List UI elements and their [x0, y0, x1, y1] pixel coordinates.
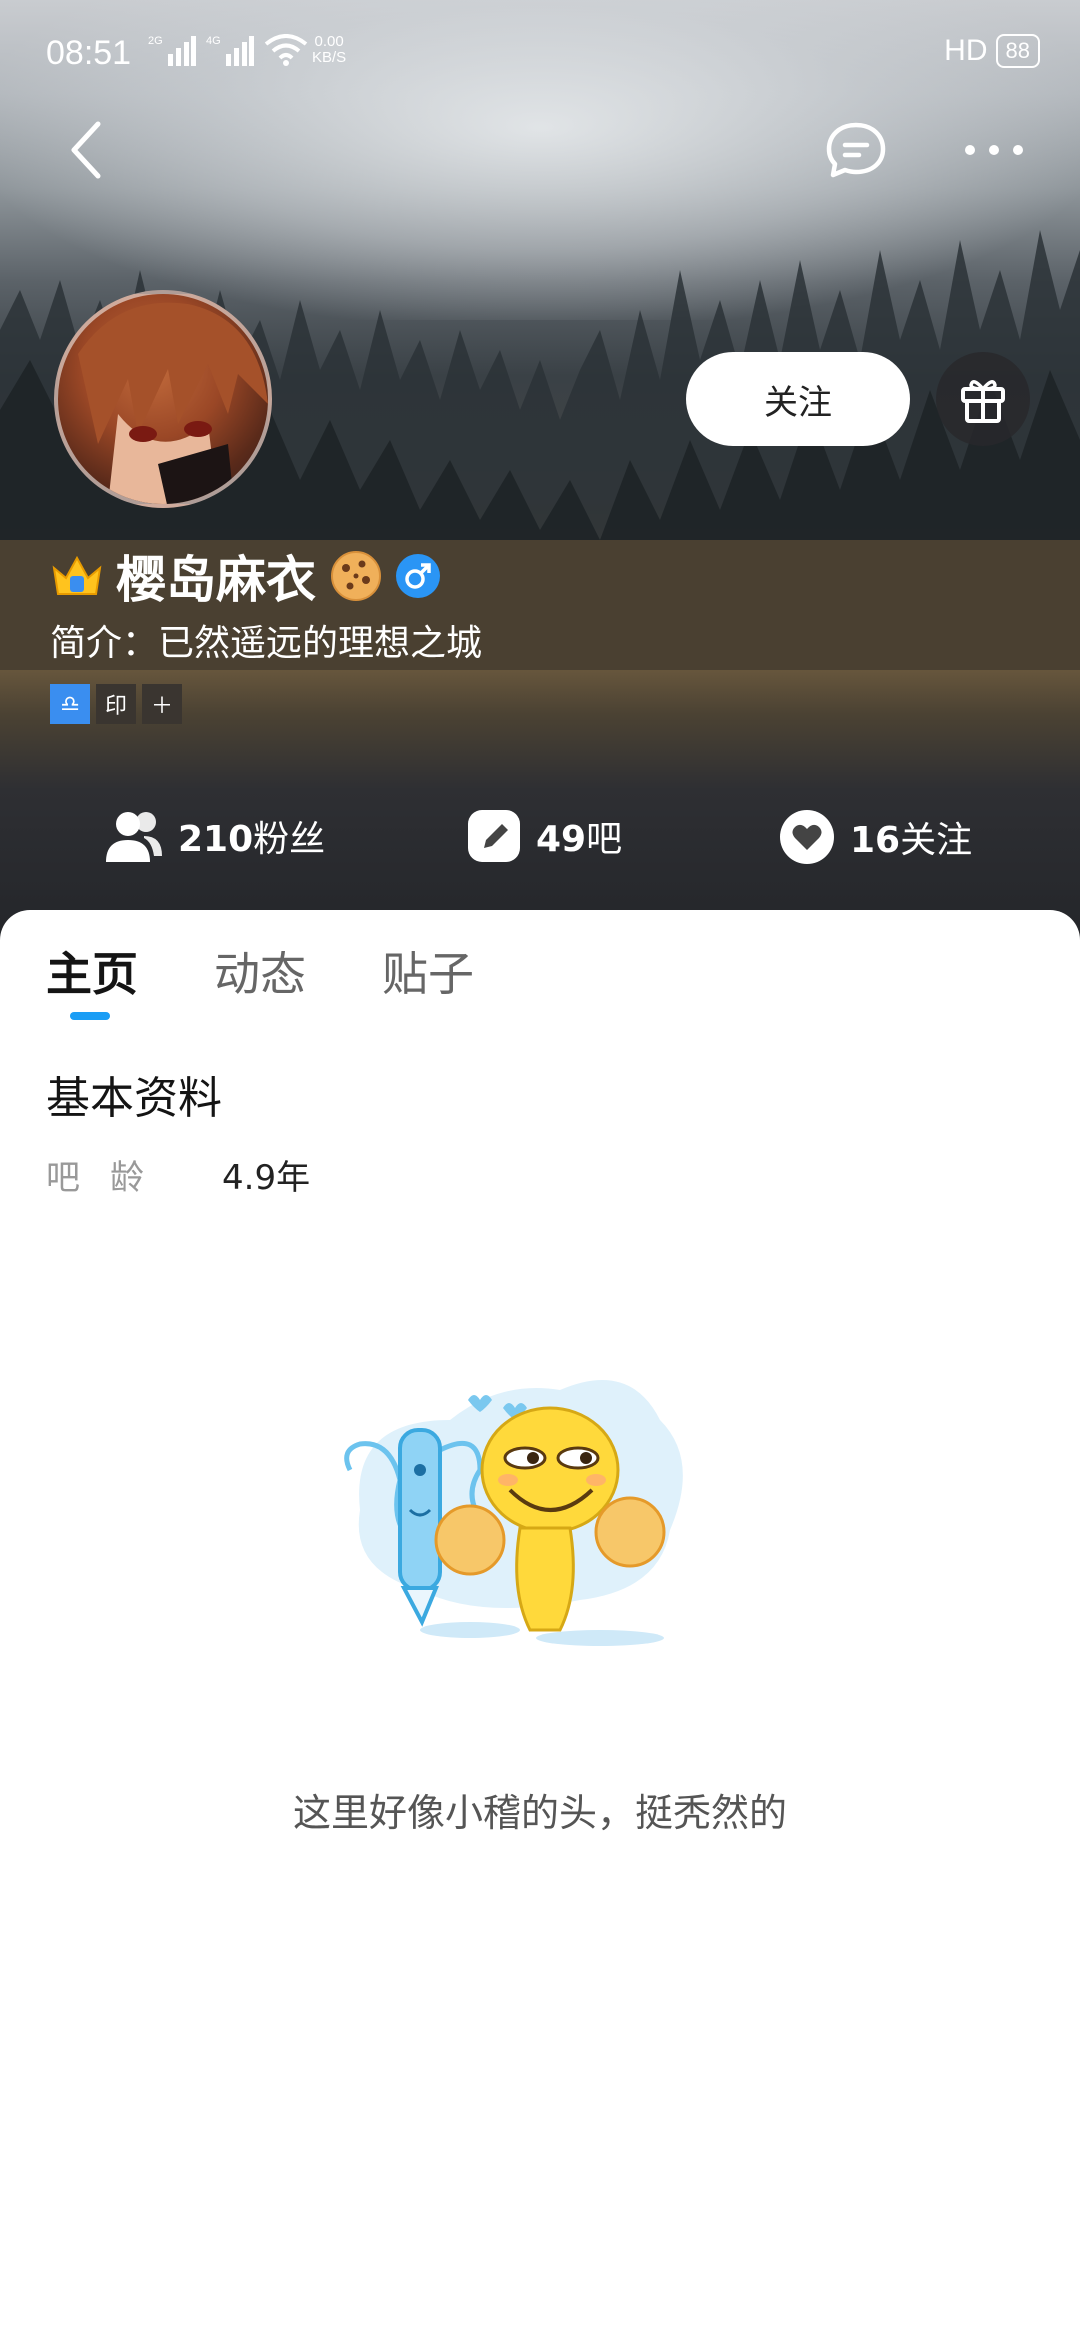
- cookie-icon: [331, 551, 381, 601]
- signal-2g-icon: 2G: [148, 35, 196, 66]
- chat-bubble-icon: [826, 122, 886, 178]
- crown-icon: [52, 555, 102, 595]
- signal-4g-icon: 4G: [206, 35, 254, 66]
- bars-count: 49: [536, 819, 587, 860]
- wifi-icon: [264, 34, 308, 66]
- following-stat[interactable]: 16关注: [778, 808, 972, 866]
- gift-icon: [961, 380, 1005, 423]
- tab-home[interactable]: 主页: [46, 938, 138, 1004]
- network-rate: 0.00 KB/S: [312, 33, 347, 66]
- seal-tag[interactable]: 印: [96, 684, 136, 724]
- back-button[interactable]: [46, 110, 126, 190]
- empty-state-illustration: [344, 1380, 683, 1646]
- svg-text:2G: 2G: [148, 35, 163, 47]
- username-row: 樱岛麻衣: [50, 540, 440, 612]
- bars-stat[interactable]: 49吧: [466, 808, 622, 864]
- bars-label: 吧: [586, 819, 623, 860]
- more-button[interactable]: [954, 110, 1034, 190]
- follow-button[interactable]: 关注: [686, 352, 910, 446]
- chevron-left-icon: [71, 121, 101, 179]
- add-tag-button[interactable]: ＋: [142, 684, 182, 724]
- pencil-icon: [468, 810, 520, 862]
- users-icon: [106, 812, 162, 862]
- status-right: HD 88: [944, 34, 1040, 68]
- following-label: 关注: [900, 820, 973, 861]
- fans-label: 粉丝: [253, 819, 326, 860]
- svg-text:4G: 4G: [206, 35, 221, 47]
- following-count: 16: [850, 820, 901, 861]
- basic-info-title: 基本资料: [46, 1073, 222, 1124]
- heart-icon: [780, 810, 834, 864]
- avatar-image: [78, 302, 268, 504]
- empty-state-text: 这里好像小稽的头，挺秃然的: [292, 1791, 787, 1835]
- stats-bar: 210粉丝 49吧 16关注: [0, 800, 1080, 880]
- info-value: 4.9年: [222, 1158, 311, 1198]
- battery-icon: 88: [995, 34, 1040, 68]
- active-tab-indicator: [70, 1012, 110, 1020]
- user-tags: ♎ 印 ＋: [50, 684, 182, 724]
- fans-stat[interactable]: 210粉丝: [104, 808, 325, 864]
- signal-icons: 2G 4G: [148, 34, 308, 66]
- bio-text: 简介：已然遥远的理想之城: [50, 623, 483, 664]
- fans-count: 210: [178, 819, 254, 860]
- username: 樱岛麻衣: [116, 551, 316, 609]
- status-bar: 08:51 2G 4G 0.00 KB/S HD 88: [0, 0, 1080, 100]
- hd-indicator: HD: [944, 34, 988, 67]
- follow-label: 关注: [764, 382, 832, 423]
- info-row-bar-age: 吧龄 4.9年: [46, 1150, 310, 1199]
- more-dots-icon: [965, 145, 1023, 155]
- profile-tabs: 主页 动态 贴子: [46, 938, 474, 1004]
- status-time: 08:51: [46, 34, 132, 72]
- avatar[interactable]: [54, 290, 272, 508]
- male-icon: [405, 563, 431, 589]
- tab-posts[interactable]: 贴子: [382, 938, 474, 1004]
- gift-button[interactable]: [936, 352, 1030, 446]
- libra-tag[interactable]: ♎: [50, 684, 90, 724]
- info-key: 吧龄: [46, 1158, 174, 1198]
- message-button[interactable]: [816, 110, 896, 190]
- gender-badge: [396, 554, 440, 598]
- tab-activity[interactable]: 动态: [214, 938, 306, 1004]
